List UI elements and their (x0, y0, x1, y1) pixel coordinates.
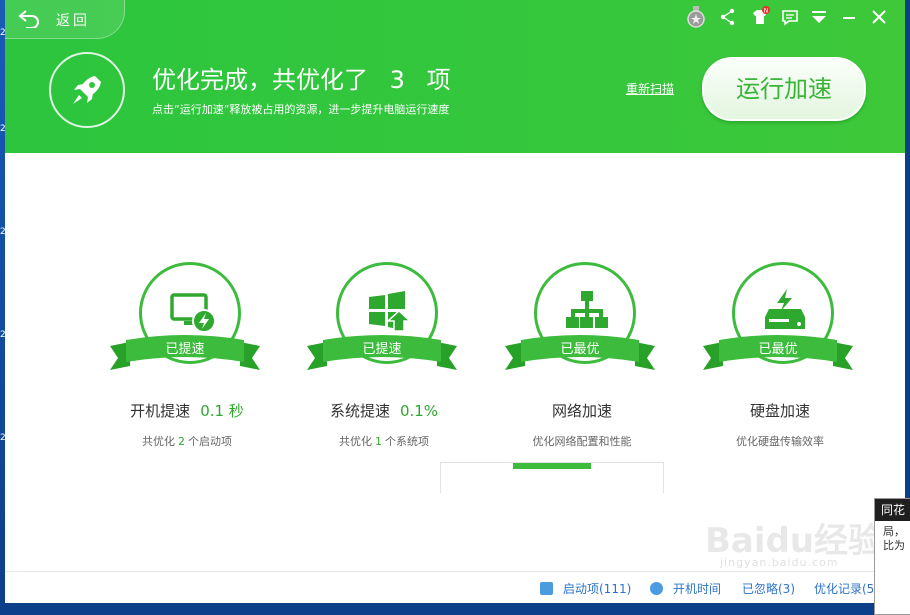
card-value: 0.1 秒 (200, 402, 244, 420)
headline-unit: 项 (426, 66, 451, 94)
share-button[interactable] (717, 6, 739, 28)
popup-body: 局， 比为 (875, 521, 910, 553)
card-sub-text: 优化网络配置和性能 (532, 435, 632, 448)
status-badge: 已最优 (758, 342, 798, 357)
card-sub-count: 1 (375, 435, 382, 448)
result-header: 返回 N 优化完成，共优化了 3 项 点击“运行加速”释放被占用的资源，进一步提… (5, 0, 905, 153)
footer-ignored[interactable]: 已忽略(3) (742, 580, 795, 597)
speedup-window: 返回 N 优化完成，共优化了 3 项 点击“运行加速”释放被占用的资源，进一步提… (5, 0, 905, 603)
startup-icon (540, 582, 553, 595)
close-button[interactable] (868, 6, 890, 28)
feedback-button[interactable] (779, 6, 801, 28)
status-badge: 已最优 (560, 342, 600, 357)
back-arrow-icon (18, 10, 39, 28)
status-badge: 已提速 (362, 342, 402, 357)
footer-ignored-label: 已忽略(3) (742, 582, 795, 596)
rocket-badge (49, 52, 125, 128)
card-title-text: 硬盘加速 (749, 402, 810, 420)
monitor-bolt-icon (170, 293, 216, 333)
watermark-url: jingyan.baidu.com (720, 556, 839, 569)
card-system-speed: 已提速 系统提速 0.1% 共优化 1 个系统项 (289, 262, 479, 452)
window-controls: N (685, 6, 895, 28)
windows-upgrade-icon (369, 291, 412, 332)
medal-icon (687, 6, 705, 28)
card-disk-speed: 已最优 硬盘加速 优化硬盘传输效率 (685, 262, 875, 452)
result-subline: 点击“运行加速”释放被占用的资源，进一步提升电脑运行速度 (152, 103, 450, 116)
medal-button[interactable] (685, 6, 707, 28)
headline-text: 优化完成，共优化了 (152, 66, 368, 94)
footer-history[interactable]: 优化记录(5 (814, 580, 874, 597)
shirt-icon: N (753, 6, 770, 24)
rocket-icon (73, 76, 101, 104)
card-subtitle: 优化网络配置和性能 (487, 433, 677, 449)
card-title: 硬盘加速 (685, 400, 875, 421)
popup-line: 比为 (883, 539, 905, 552)
popup-title: 同花 (875, 499, 910, 521)
optimized-count: 3 (389, 66, 405, 94)
message-icon (782, 10, 798, 26)
menu-down-icon (812, 11, 826, 23)
run-speedup-button[interactable]: 运行加速 (702, 57, 866, 121)
skin-button[interactable]: N (749, 6, 771, 28)
network-icon (566, 291, 608, 328)
card-sub-suffix: 个系统项 (385, 435, 429, 448)
notification-badge: N (764, 8, 769, 15)
card-subtitle: 共优化 1 个系统项 (289, 433, 479, 449)
card-sub-prefix: 共优化 (142, 435, 175, 448)
status-badge: 已提速 (165, 342, 205, 357)
card-sub-suffix: 个启动项 (188, 435, 232, 448)
hidden-panel-edge (440, 462, 664, 493)
card-title: 系统提速 0.1% (289, 400, 479, 421)
footer-startup-items[interactable]: 启动项(111) (540, 580, 631, 597)
card-sub-text: 优化硬盘传输效率 (736, 435, 824, 448)
card-subtitle: 优化硬盘传输效率 (685, 433, 875, 449)
footer-boot-label: 开机时间 (673, 582, 722, 596)
back-button[interactable]: 返回 (5, 0, 125, 39)
minimize-button[interactable] (838, 6, 860, 28)
card-title-text: 开机提速 (130, 402, 191, 420)
hard-disk-icon (765, 289, 805, 329)
card-subtitle: 共优化 2 个启动项 (92, 433, 282, 449)
card-sub-prefix: 共优化 (339, 435, 372, 448)
card-boot-speed: 已提速 开机提速 0.1 秒 共优化 2 个启动项 (92, 262, 282, 452)
card-title-text: 网络加速 (551, 402, 612, 420)
footer-boot-time[interactable]: 开机时间 (650, 580, 721, 597)
footer-history-label: 优化记录(5 (814, 582, 875, 596)
close-icon (872, 10, 886, 24)
card-title-text: 系统提速 (329, 402, 390, 420)
clock-icon (650, 582, 663, 595)
card-value: 0.1% (399, 402, 439, 420)
share-icon (720, 8, 735, 26)
card-title: 网络加速 (487, 400, 677, 421)
card-title: 开机提速 0.1 秒 (92, 400, 282, 421)
footer-startup-label: 启动项(111) (563, 582, 632, 596)
popup-line: 局， (883, 525, 905, 538)
menu-button[interactable] (808, 6, 830, 28)
minimize-icon (843, 17, 855, 19)
card-sub-count: 2 (178, 435, 185, 448)
external-popup[interactable]: 同花 局， 比为 (874, 498, 910, 615)
result-headline: 优化完成，共优化了 3 项 (152, 60, 451, 95)
back-label: 返回 (56, 13, 90, 29)
watermark-logo: Baidu经验 (705, 521, 883, 561)
footer-bar: 启动项(111) 开机时间 已忽略(3) 优化记录(5 (5, 571, 905, 603)
panel-tab-indicator (513, 463, 591, 469)
card-network-speed: 已最优 网络加速 优化网络配置和性能 (487, 262, 677, 452)
rescan-link[interactable]: 重新扫描 (626, 80, 674, 97)
